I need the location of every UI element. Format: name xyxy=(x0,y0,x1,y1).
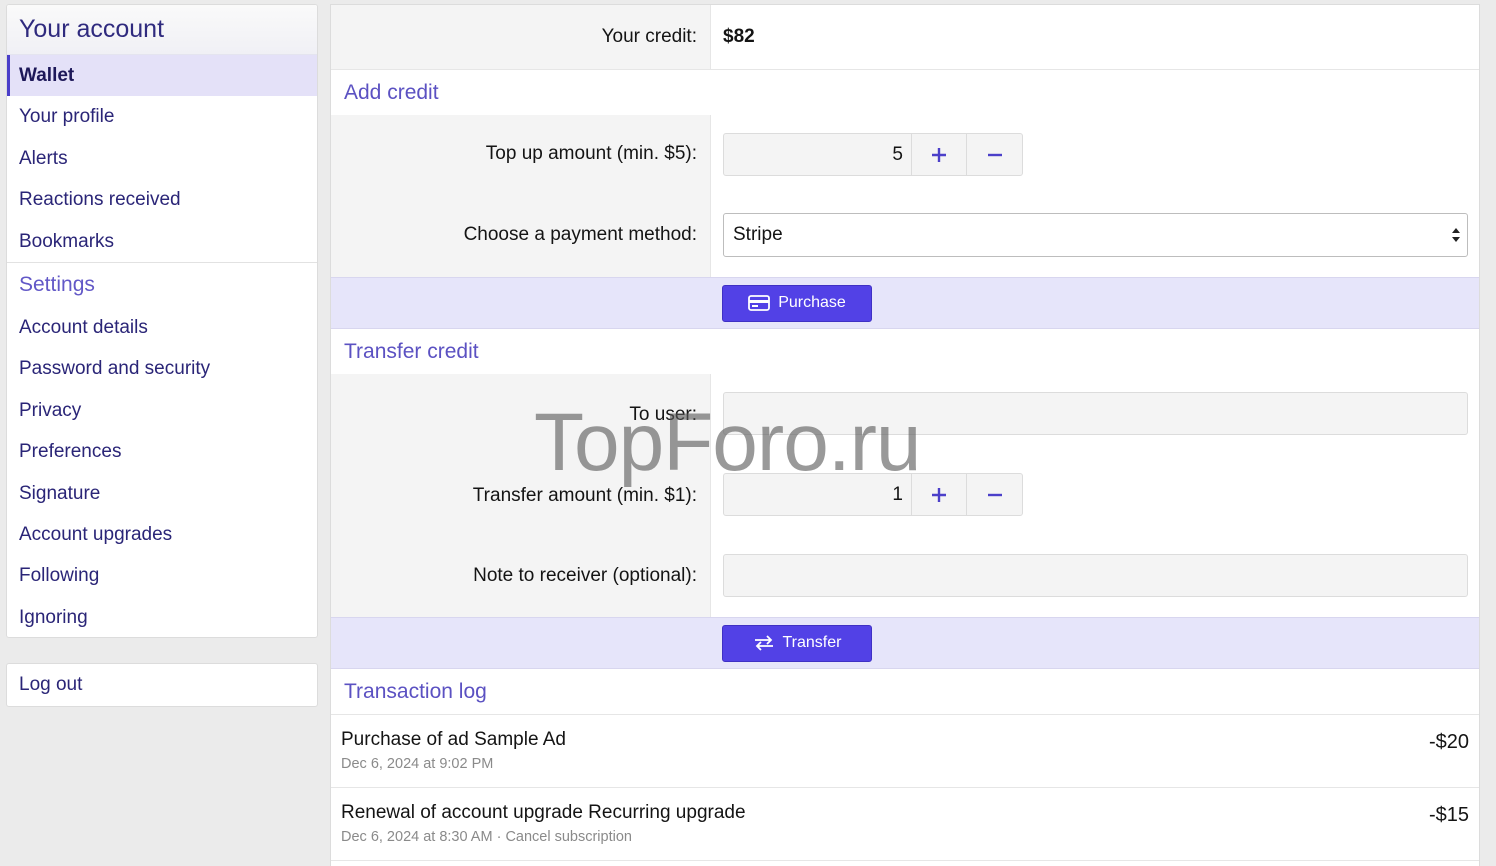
credit-card-icon xyxy=(748,295,771,311)
credit-row: Your credit: $82 xyxy=(331,5,1479,70)
note-input[interactable] xyxy=(723,554,1468,597)
transaction-date: Dec 6, 2024 at 9:02 PM xyxy=(341,756,1469,772)
topup-amount-input[interactable]: 5 xyxy=(724,134,912,175)
credit-label: Your credit: xyxy=(331,5,711,69)
topup-stepper: 5 xyxy=(723,133,1023,176)
to-user-input[interactable] xyxy=(723,392,1468,435)
topup-label: Top up amount (min. $5): xyxy=(485,143,697,164)
swap-arrows-icon xyxy=(754,635,773,651)
settings-heading: Settings xyxy=(19,272,95,296)
sidebar-item-bookmarks[interactable]: Bookmarks xyxy=(7,221,317,262)
transfer-increment-button[interactable] xyxy=(912,474,967,515)
sidebar-item-account-details[interactable]: Account details xyxy=(7,307,317,348)
purchase-label: Purchase xyxy=(778,294,846,311)
transfer-amount-label: Transfer amount (min. $1): xyxy=(472,485,697,506)
transfer-form: To user: Transfer amount (min. $1): Note… xyxy=(331,374,1479,617)
transaction-amount: -$20 xyxy=(1428,731,1469,753)
sidebar-item-account-upgrades[interactable]: Account upgrades xyxy=(7,514,317,555)
transaction-amount: -$15 xyxy=(1428,804,1469,826)
wallet-panel: Your credit: $82 Add credit Top up amoun… xyxy=(330,4,1480,866)
transfer-amount-stepper: 1 xyxy=(723,473,1023,516)
topup-decrement-button[interactable] xyxy=(967,134,1022,175)
transaction-date-text: Dec 6, 2024 at 8:30 AM xyxy=(341,829,493,845)
sidebar-item-privacy[interactable]: Privacy xyxy=(7,390,317,431)
sidebar-item-alerts[interactable]: Alerts xyxy=(7,138,317,179)
transfer-bar: Transfer xyxy=(331,617,1479,669)
account-sidebar: Your account Wallet Your profile Alerts … xyxy=(6,4,318,638)
purchase-bar: Purchase xyxy=(331,277,1479,329)
minus-icon xyxy=(987,153,1002,156)
sidebar-item-preferences[interactable]: Preferences xyxy=(7,431,317,472)
cancel-subscription-link[interactable]: Cancel subscription xyxy=(505,829,632,845)
transfer-decrement-button[interactable] xyxy=(967,474,1022,515)
plus-icon xyxy=(932,487,946,502)
minus-icon xyxy=(987,493,1002,496)
payment-method-label: Choose a payment method: xyxy=(463,224,697,245)
payment-method-select[interactable]: Stripe xyxy=(723,213,1468,257)
credit-value: $82 xyxy=(723,26,755,47)
transaction-row: Purchase of ad Sample Ad Dec 6, 2024 at … xyxy=(331,714,1479,787)
transfer-button[interactable]: Transfer xyxy=(722,624,872,662)
transfer-amount-input[interactable]: 1 xyxy=(724,474,912,515)
sidebar-title: Your account xyxy=(7,5,317,55)
sidebar-item-following[interactable]: Following xyxy=(7,555,317,596)
topup-increment-button[interactable] xyxy=(912,134,967,175)
add-credit-form: Top up amount (min. $5): Choose a paymen… xyxy=(331,115,1479,277)
transaction-meta: Dec 6, 2024 at 8:30 AM · Cancel subscrip… xyxy=(341,829,1469,845)
sidebar-item-wallet[interactable]: Wallet xyxy=(7,55,317,97)
purchase-button[interactable]: Purchase xyxy=(722,284,872,322)
to-user-label: To user: xyxy=(629,404,697,425)
logout-panel: Log out xyxy=(6,663,318,707)
add-credit-labels: Top up amount (min. $5): Choose a paymen… xyxy=(331,115,711,277)
transaction-title: Purchase of ad Sample Ad xyxy=(341,729,566,750)
add-credit-title: Add credit xyxy=(331,70,1479,115)
transaction-row: Renewal of account upgrade Recurring upg… xyxy=(331,787,1479,860)
transfer-fields: 1 xyxy=(711,374,1479,617)
plus-icon xyxy=(932,147,946,162)
note-label: Note to receiver (optional): xyxy=(473,565,697,586)
transfer-label: Transfer xyxy=(782,634,842,651)
transaction-title: Renewal of account upgrade Recurring upg… xyxy=(341,802,746,823)
transfer-credit-title: Transfer credit xyxy=(331,329,1479,374)
log-divider xyxy=(331,860,1479,861)
logout-link[interactable]: Log out xyxy=(7,664,317,706)
sidebar-item-ignoring[interactable]: Ignoring xyxy=(7,597,317,637)
transaction-date-text: Dec 6, 2024 at 9:02 PM xyxy=(341,756,494,772)
sidebar-item-password-security[interactable]: Password and security xyxy=(7,348,317,389)
payment-method-value: Stripe xyxy=(733,224,783,245)
sidebar-item-your-profile[interactable]: Your profile xyxy=(7,96,317,137)
sidebar-item-signature[interactable]: Signature xyxy=(7,473,317,514)
add-credit-fields: 5 Stripe xyxy=(711,115,1479,277)
transaction-log-title: Transaction log xyxy=(331,669,1479,714)
select-arrows-icon xyxy=(1452,228,1460,242)
transfer-labels: To user: Transfer amount (min. $1): Note… xyxy=(331,374,711,617)
sidebar-item-reactions-received[interactable]: Reactions received xyxy=(7,179,317,220)
